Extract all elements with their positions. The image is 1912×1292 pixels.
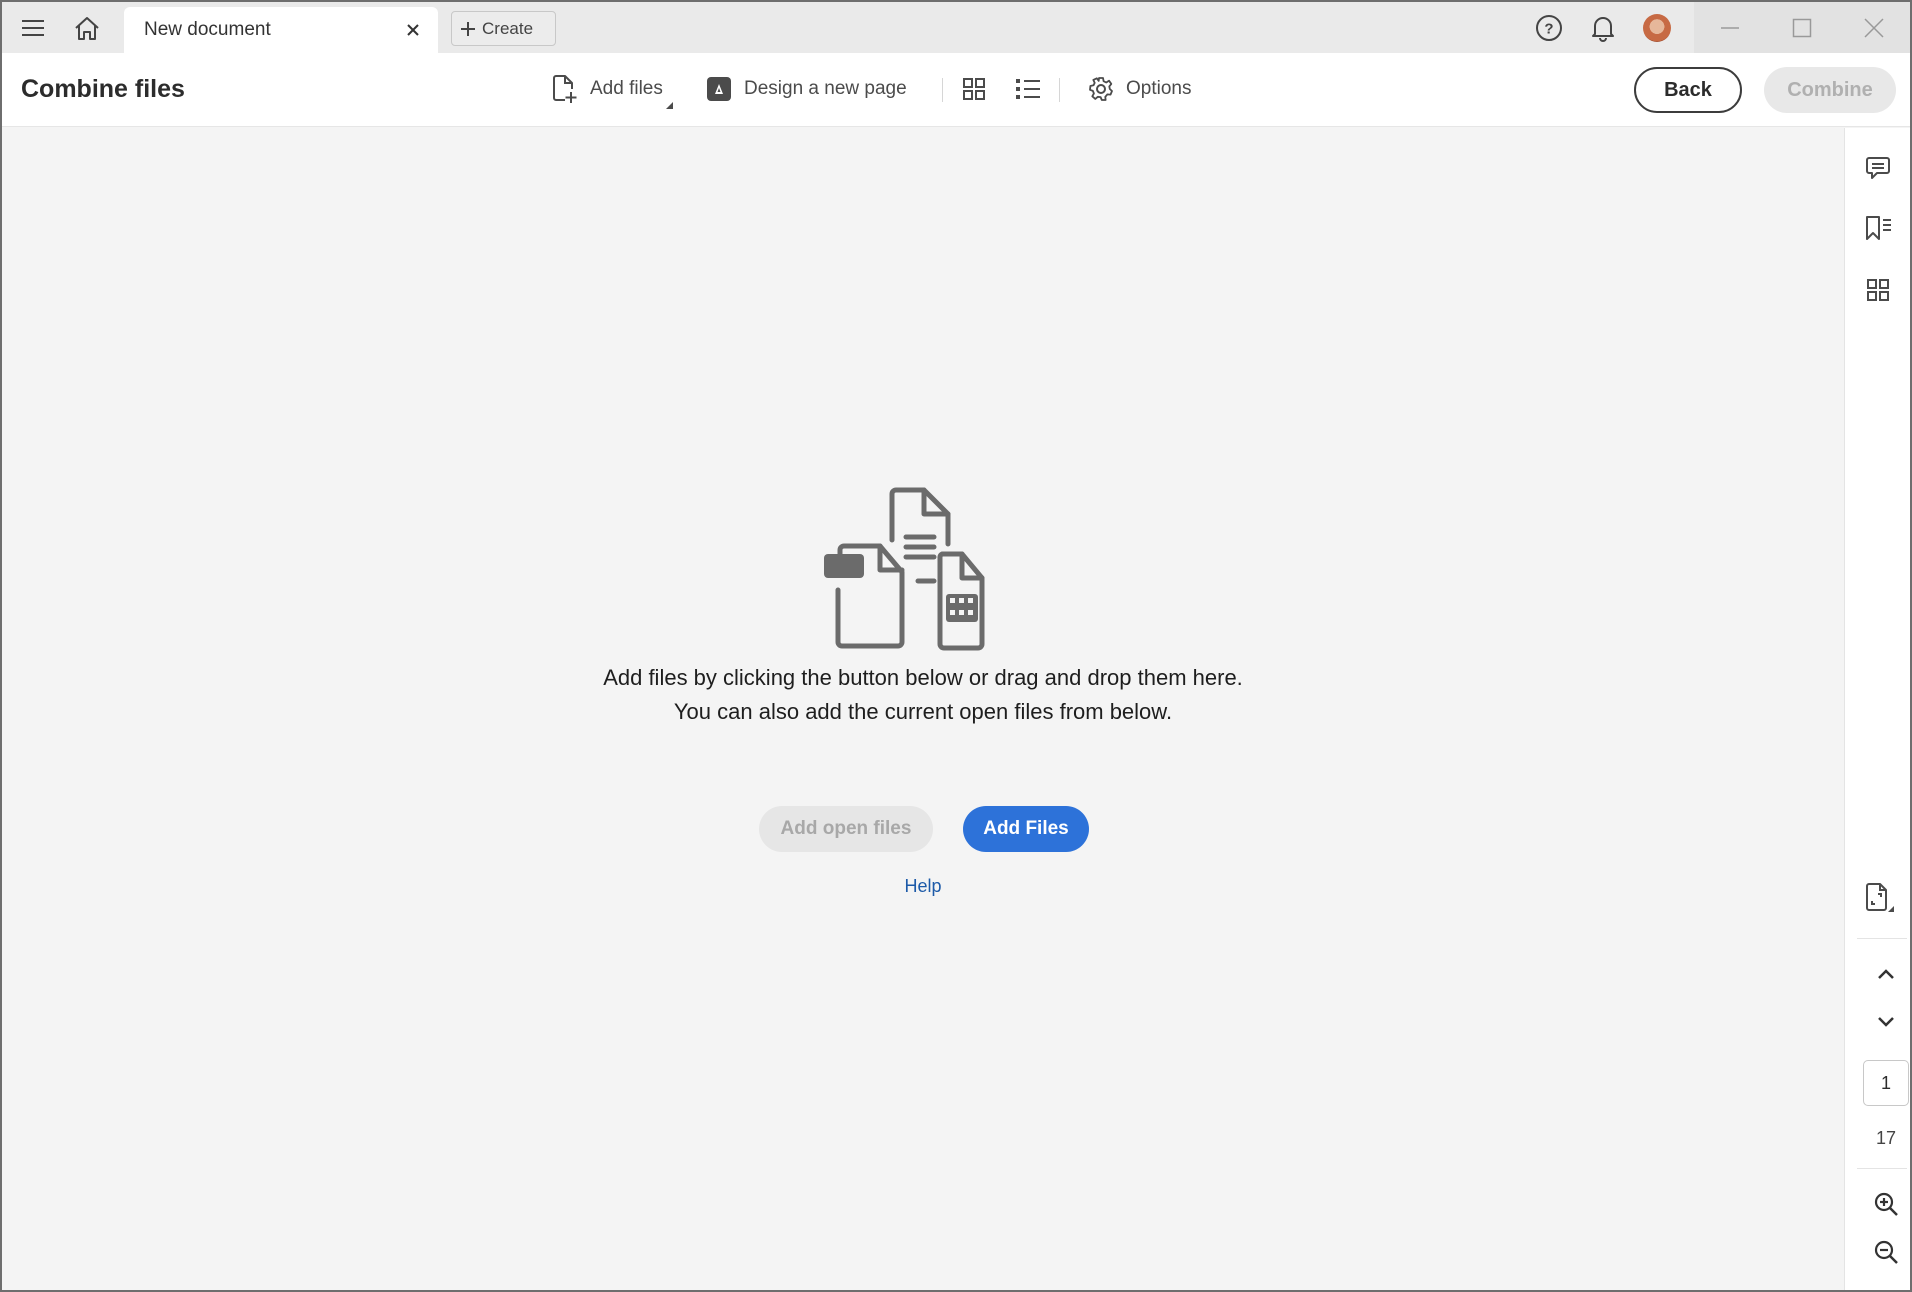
bookmark-icon bbox=[1866, 216, 1891, 240]
maximize-button[interactable] bbox=[1766, 2, 1838, 53]
thumbnails-icon bbox=[1867, 279, 1889, 301]
page-title: Combine files bbox=[21, 75, 185, 103]
options-button[interactable]: Options bbox=[1088, 71, 1191, 107]
maximize-icon bbox=[1792, 18, 1812, 37]
add-files-label: Add files bbox=[590, 78, 663, 99]
page-fit-icon bbox=[1866, 883, 1894, 912]
gear-icon bbox=[1089, 77, 1113, 101]
instructions-text: Add files by clicking the button below o… bbox=[2, 661, 1844, 729]
minimize-icon bbox=[1721, 26, 1739, 29]
adobe-express-icon bbox=[707, 77, 731, 101]
zoom-in-icon bbox=[1874, 1192, 1898, 1216]
zoom-in-button[interactable] bbox=[1845, 1184, 1910, 1224]
account-button[interactable] bbox=[1630, 2, 1684, 53]
rail-divider bbox=[1857, 1168, 1907, 1169]
zoom-out-icon bbox=[1874, 1240, 1898, 1264]
create-button[interactable]: Create bbox=[451, 11, 556, 46]
home-icon bbox=[75, 16, 99, 40]
chevron-down-icon bbox=[1878, 1017, 1894, 1027]
design-new-page-label: Design a new page bbox=[744, 78, 907, 99]
toolbar-divider bbox=[1059, 78, 1060, 102]
help-link: Help bbox=[2, 876, 1844, 897]
next-page-button[interactable] bbox=[1845, 1002, 1910, 1042]
plus-icon bbox=[461, 21, 475, 36]
add-files-button[interactable]: Add Files bbox=[963, 806, 1089, 852]
user-avatar bbox=[1643, 13, 1671, 42]
thumbnails-button[interactable] bbox=[1845, 270, 1910, 310]
rail-divider bbox=[1857, 938, 1907, 939]
svg-text:?: ? bbox=[1544, 20, 1553, 37]
notifications-button[interactable] bbox=[1576, 2, 1630, 53]
close-icon bbox=[407, 24, 419, 36]
add-open-files-button[interactable]: Add open files bbox=[759, 806, 933, 852]
action-buttons: Add open files Add Files bbox=[2, 806, 1844, 852]
combine-button[interactable]: Combine bbox=[1764, 67, 1896, 113]
list-view-icon bbox=[1016, 79, 1040, 99]
close-window-icon bbox=[1864, 17, 1884, 38]
bell-icon bbox=[1592, 16, 1614, 42]
add-file-icon bbox=[553, 75, 577, 103]
comment-icon bbox=[1866, 157, 1890, 179]
grid-view-button[interactable] bbox=[962, 71, 986, 107]
help-button[interactable]: ? bbox=[1522, 2, 1576, 53]
comment-button[interactable] bbox=[1845, 148, 1910, 188]
bookmarks-button[interactable] bbox=[1845, 208, 1910, 248]
chevron-up-icon bbox=[1878, 969, 1894, 979]
app-window: New document Create ? Combine files Add … bbox=[2, 2, 1910, 1290]
menu-button[interactable] bbox=[6, 2, 60, 53]
right-rail: 1 17 bbox=[1844, 128, 1910, 1290]
help-icon: ? bbox=[1536, 14, 1562, 41]
instructions-line-1: Add files by clicking the button below o… bbox=[603, 665, 1243, 690]
previous-page-button[interactable] bbox=[1845, 954, 1910, 994]
document-tab[interactable]: New document bbox=[124, 7, 438, 53]
help-link-text[interactable]: Help bbox=[904, 876, 941, 896]
drop-zone[interactable]: Add files by clicking the button below o… bbox=[2, 128, 1844, 1290]
page-fit-button[interactable] bbox=[1845, 878, 1910, 918]
instructions-line-2: You can also add the current open files … bbox=[673, 699, 1173, 724]
close-window-button[interactable] bbox=[1838, 2, 1910, 53]
toolbar: Combine files Add files Design a new pag… bbox=[2, 53, 1910, 127]
title-bar-right: ? bbox=[1522, 2, 1910, 53]
toolbar-divider bbox=[942, 78, 943, 102]
window-controls bbox=[1694, 2, 1910, 53]
hamburger-menu-icon bbox=[22, 19, 44, 36]
add-files-dropdown-indicator[interactable] bbox=[666, 102, 673, 109]
design-new-page-tool[interactable]: Design a new page bbox=[706, 71, 907, 107]
back-button[interactable]: Back bbox=[1634, 67, 1742, 113]
title-bar: New document Create ? bbox=[2, 2, 1910, 53]
list-view-button[interactable] bbox=[1015, 71, 1041, 107]
grid-view-icon bbox=[963, 78, 985, 100]
home-button[interactable] bbox=[60, 2, 114, 53]
zoom-out-button[interactable] bbox=[1845, 1232, 1910, 1272]
create-label: Create bbox=[482, 18, 534, 38]
combine-files-illustration bbox=[824, 487, 985, 651]
add-files-tool[interactable]: Add files bbox=[552, 71, 663, 107]
total-pages: 17 bbox=[1875, 1128, 1897, 1148]
options-label: Options bbox=[1126, 78, 1192, 99]
minimize-button[interactable] bbox=[1694, 2, 1766, 53]
tab-close-button[interactable] bbox=[400, 17, 426, 43]
tab-title: New document bbox=[144, 19, 271, 40]
current-page-input[interactable]: 1 bbox=[1863, 1060, 1909, 1106]
